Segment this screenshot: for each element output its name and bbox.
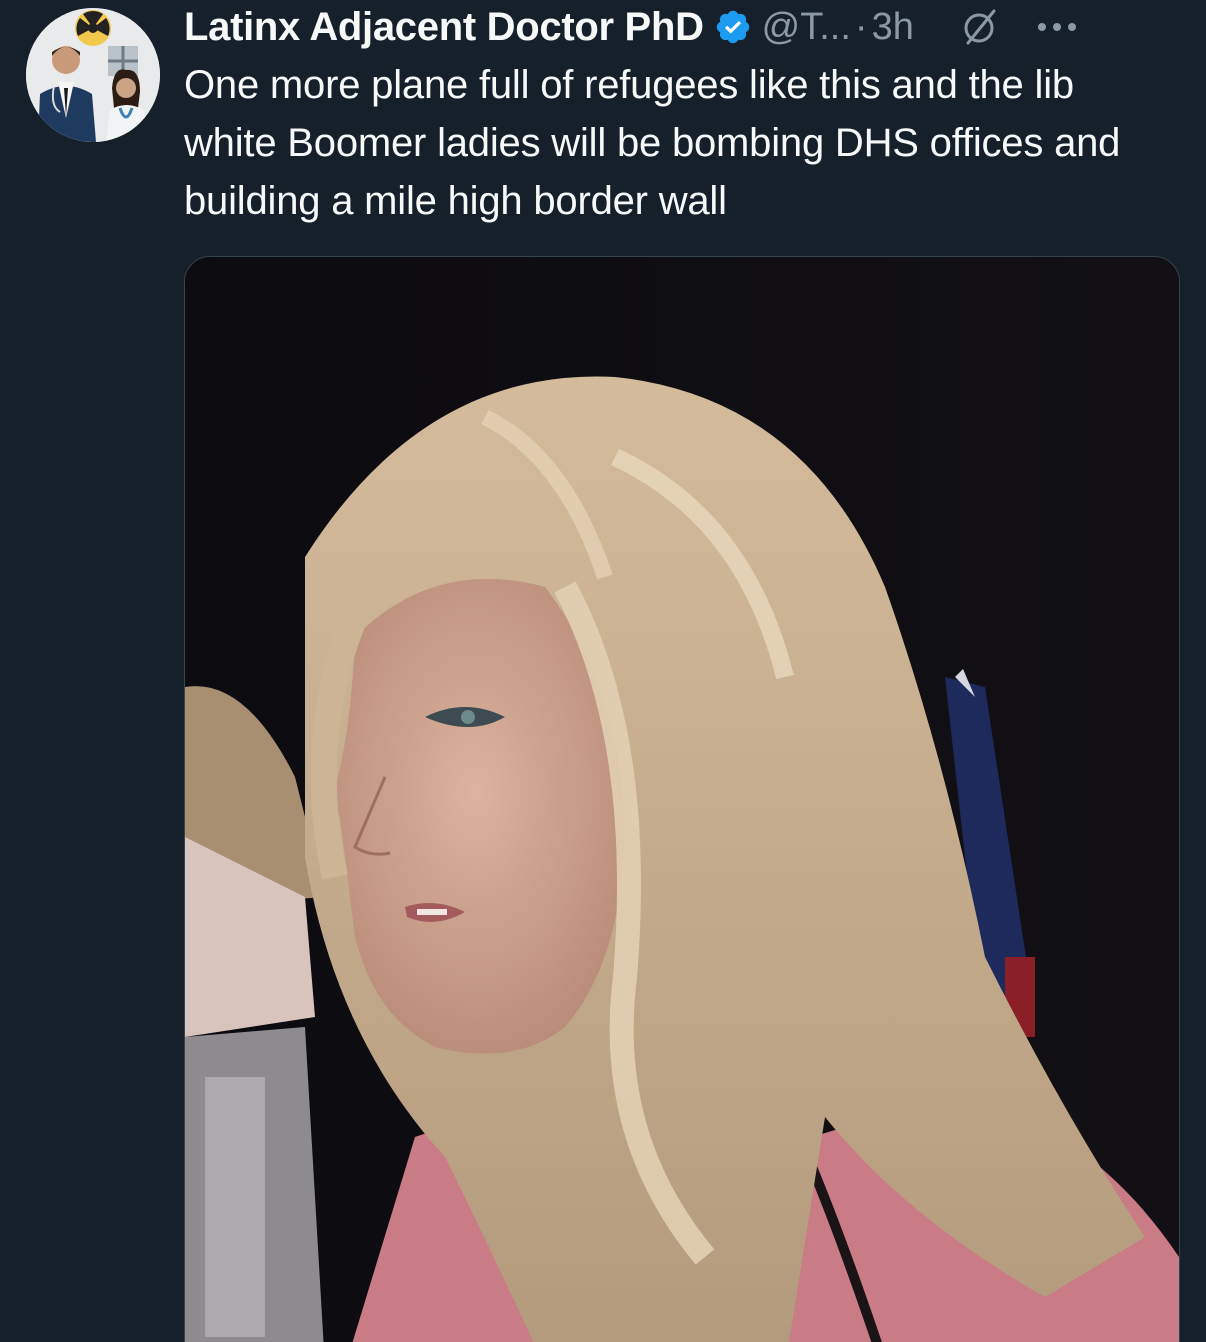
display-name[interactable]: Latinx Adjacent Doctor PhD — [184, 5, 704, 50]
user-handle[interactable]: @T... — [762, 6, 851, 49]
tweet-content: Latinx Adjacent Doctor PhD @T... · 3h On… — [184, 0, 1178, 230]
verified-badge-icon[interactable] — [714, 8, 752, 46]
more-horizontal-icon[interactable] — [1034, 7, 1080, 47]
timestamp[interactable]: 3h — [872, 6, 914, 49]
avatar[interactable] — [26, 8, 160, 142]
tweet-text: One more plane full of refugees like thi… — [184, 63, 1121, 223]
tweet-header: Latinx Adjacent Doctor PhD @T... · 3h — [184, 0, 1178, 54]
tweet[interactable]: Latinx Adjacent Doctor PhD @T... · 3h On… — [0, 0, 1206, 1342]
separator-dot: · — [854, 5, 868, 48]
photo-thumbnail[interactable] — [184, 256, 1180, 1342]
grok-icon[interactable] — [960, 7, 1000, 47]
